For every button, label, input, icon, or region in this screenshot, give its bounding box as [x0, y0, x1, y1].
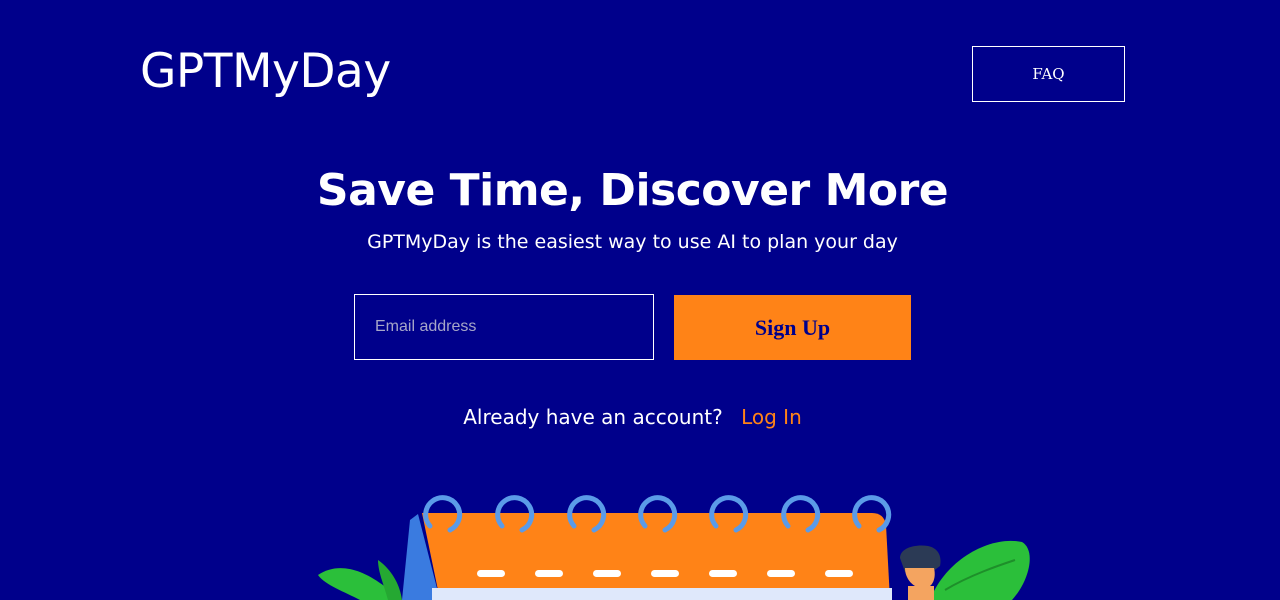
- leaf-right-illustration: [930, 540, 1030, 600]
- email-input[interactable]: [354, 294, 654, 360]
- login-row: Already have an account? Log In: [0, 402, 1265, 432]
- hero-headline: Save Time, Discover More: [316, 165, 949, 216]
- signup-button[interactable]: Sign Up: [674, 295, 911, 360]
- login-link[interactable]: Log In: [741, 405, 802, 429]
- leaf-left-illustration: [318, 560, 402, 600]
- logo: GPTMyDay: [140, 44, 391, 99]
- calendar-illustration: [318, 495, 1030, 600]
- faq-button[interactable]: FAQ: [972, 46, 1125, 102]
- hero-subheadline: GPTMyDay is the easiest way to use AI to…: [367, 231, 898, 253]
- login-prompt: Already have an account?: [463, 405, 723, 429]
